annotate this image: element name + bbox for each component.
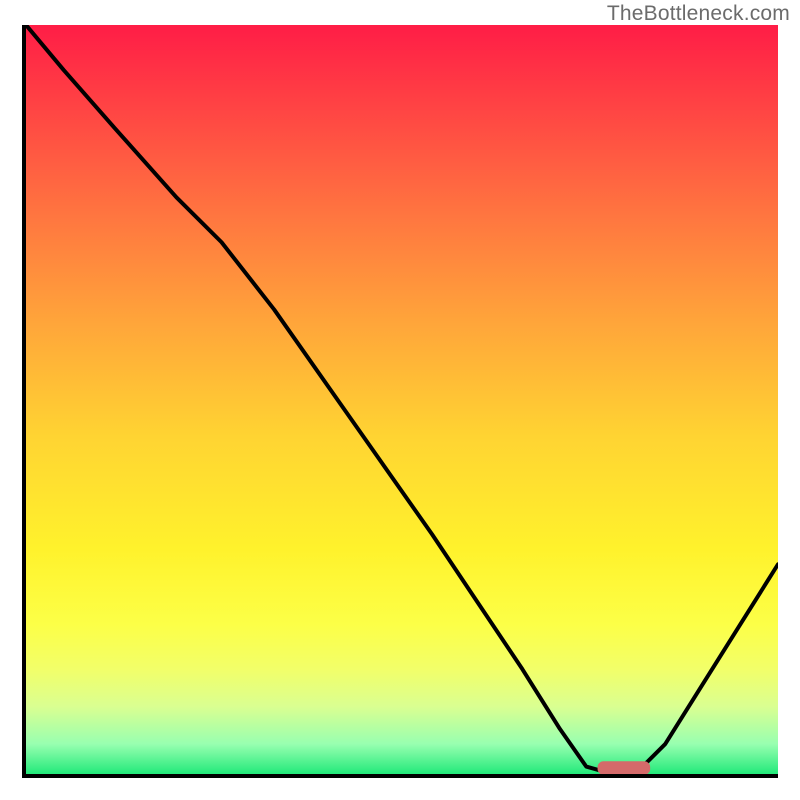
optimal-range-marker	[598, 761, 651, 775]
watermark-text: TheBottleneck.com	[607, 2, 790, 26]
plot-area	[22, 25, 778, 778]
bottleneck-chart: TheBottleneck.com	[0, 0, 800, 800]
curve-layer	[26, 25, 778, 774]
bottleneck-curve	[26, 25, 778, 774]
